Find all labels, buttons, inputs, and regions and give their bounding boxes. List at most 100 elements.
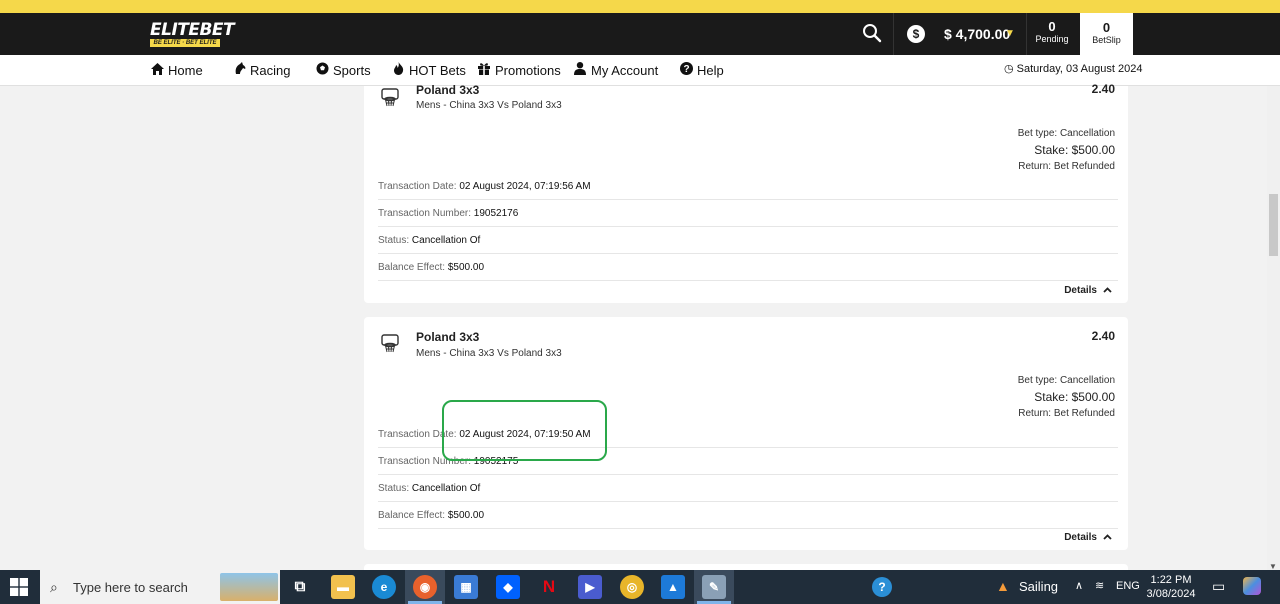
search-icon: ⌕: [50, 579, 58, 595]
header-divider: [1026, 13, 1027, 55]
balance-effect-row: Balance Effect: $500.00: [378, 254, 1118, 281]
nav-label: Home: [168, 62, 203, 78]
pending-count: 0: [1048, 19, 1056, 34]
nav-label: Sports: [333, 62, 371, 78]
transaction-date-row: Transaction Date: 02 August 2024, 07:19:…: [378, 173, 1118, 200]
soccer-ball-icon: [315, 62, 329, 78]
transaction-number-row: Transaction Number: 19052176: [378, 200, 1118, 227]
notifications-icon[interactable]: ▭: [1212, 578, 1225, 595]
status-row: Status: Cancellation Of: [378, 227, 1118, 254]
chevron-up-icon: [1103, 532, 1112, 543]
edge-browser-icon[interactable]: e: [372, 575, 396, 599]
copilot-icon[interactable]: [1243, 577, 1261, 595]
transaction-card: Poland 3x3 Mens - China 3x3 Vs Poland 3x…: [364, 82, 1128, 303]
stake: Stake: $500.00: [1034, 143, 1115, 157]
field-label: Status:: [378, 235, 410, 246]
top-accent-strip: [0, 0, 1280, 13]
details-label: Details: [1064, 532, 1097, 543]
taskbar-search-box[interactable]: ⌕ Type here to search: [40, 570, 280, 604]
task-view-icon[interactable]: ⧉: [288, 575, 312, 599]
account-balance[interactable]: $ 4,700.00: [944, 26, 1010, 42]
event-name: Mens - China 3x3 Vs Poland 3x3: [416, 348, 562, 359]
logo-tagline: BE ELITE · BET ELITE: [150, 39, 220, 47]
bet-type: Bet type: Cancellation: [1017, 375, 1115, 386]
annotation-highlight-circle: [442, 400, 607, 461]
logo-wordmark: ELITEBET: [150, 20, 235, 40]
sailing-weather-icon[interactable]: ▲: [996, 578, 1010, 594]
nav-home[interactable]: Home: [150, 61, 203, 79]
flame-icon: [391, 62, 405, 78]
field-value: 19052176: [473, 208, 519, 219]
nav-label: Racing: [250, 62, 291, 78]
user-icon: [573, 62, 587, 78]
gift-icon: [477, 62, 491, 78]
site-header: ELITEBET BE ELITE · BET ELITE $ $ 4,700.…: [0, 13, 1280, 55]
firefox-icon[interactable]: ◉: [413, 575, 437, 599]
basketball-hoop-icon: [381, 334, 399, 354]
details-toggle[interactable]: Details: [1064, 532, 1112, 543]
windows-start-icon[interactable]: [10, 578, 28, 596]
paint-icon[interactable]: ✎: [702, 575, 726, 599]
bet-info: Bet type: Cancellation Stake: $500.00 Re…: [1018, 375, 1115, 420]
chevron-up-icon: [1103, 285, 1112, 296]
dropbox-icon[interactable]: ◆: [496, 575, 520, 599]
nav-label: Help: [697, 62, 724, 78]
selection-name: Poland 3x3: [416, 83, 480, 97]
nav-label: HOT Bets: [409, 62, 466, 78]
betslip-label: BetSlip: [1092, 35, 1121, 45]
nav-promotions[interactable]: Promotions: [477, 61, 561, 79]
header-divider: [893, 13, 894, 55]
elitebet-logo[interactable]: ELITEBET BE ELITE · BET ELITE: [150, 20, 235, 47]
photos-icon[interactable]: ▲: [661, 575, 685, 599]
search-icon[interactable]: [862, 23, 886, 45]
pending-bets-button[interactable]: 0 Pending: [1030, 19, 1074, 45]
nav-hot-bets[interactable]: HOT Bets: [391, 61, 466, 79]
nav-label: Promotions: [495, 62, 561, 78]
field-label: Transaction Date:: [378, 181, 457, 192]
chevron-down-icon[interactable]: ▼: [1005, 28, 1015, 39]
current-date-text: Saturday, 03 August 2024: [1016, 63, 1143, 75]
stake: Stake: $500.00: [1034, 390, 1115, 404]
help-question-icon[interactable]: ?: [872, 577, 892, 597]
clock-date: 3/08/2024: [1146, 588, 1196, 600]
nav-my-account[interactable]: My Account: [573, 61, 658, 79]
field-value: $500.00: [447, 510, 485, 521]
nav-racing[interactable]: Racing: [232, 61, 290, 79]
betslip-button[interactable]: 0 BetSlip: [1080, 13, 1133, 55]
nav-sports[interactable]: Sports: [315, 61, 371, 79]
store-icon[interactable]: ▦: [454, 575, 478, 599]
field-label: Transaction Number:: [378, 208, 471, 219]
dollar-coin-icon[interactable]: $: [907, 25, 925, 43]
balance-effect-row: Balance Effect: $500.00: [378, 502, 1118, 529]
netflix-icon[interactable]: N: [537, 575, 561, 599]
windows-taskbar: ⌕ Type here to search ⧉ ▬ e ◉ ▦ ◆ N ▶ ◎ …: [0, 570, 1280, 604]
tray-chevron-up-icon[interactable]: ∧: [1075, 579, 1083, 592]
wifi-icon[interactable]: ≋: [1095, 579, 1104, 592]
details-toggle[interactable]: Details: [1064, 285, 1112, 296]
media-player-icon[interactable]: ▶: [578, 575, 602, 599]
clock-time: 1:22 PM: [1150, 574, 1192, 586]
status-row: Status: Cancellation Of: [378, 475, 1118, 502]
search-highlight-image: [220, 573, 278, 601]
page-scrollbar[interactable]: ▼: [1267, 86, 1280, 571]
pending-label: Pending: [1035, 34, 1069, 44]
language-indicator[interactable]: ENG: [1116, 580, 1140, 592]
nav-help[interactable]: ? Help: [679, 61, 724, 79]
basketball-hoop-icon: [381, 88, 399, 108]
odds: 2.40: [1091, 82, 1115, 96]
return: Return: Bet Refunded: [1018, 161, 1115, 172]
betslip-count: 0: [1102, 20, 1111, 35]
system-clock[interactable]: 1:22 PM 3/08/2024: [1140, 573, 1202, 601]
field-value: Cancellation Of: [411, 235, 481, 246]
weather-label[interactable]: Sailing: [1019, 579, 1058, 594]
current-date: ◷ Saturday, 03 August 2024: [1004, 62, 1142, 75]
file-explorer-icon[interactable]: ▬: [331, 575, 355, 599]
home-icon: [150, 62, 164, 78]
chrome-icon[interactable]: ◎: [620, 575, 644, 599]
horse-icon: [232, 62, 246, 78]
scrollbar-thumb[interactable]: [1269, 194, 1278, 256]
bet-type: Bet type: Cancellation: [1017, 128, 1115, 139]
return: Return: Bet Refunded: [1018, 408, 1115, 419]
svg-text:?: ?: [683, 64, 689, 75]
event-name: Mens - China 3x3 Vs Poland 3x3: [416, 100, 562, 111]
